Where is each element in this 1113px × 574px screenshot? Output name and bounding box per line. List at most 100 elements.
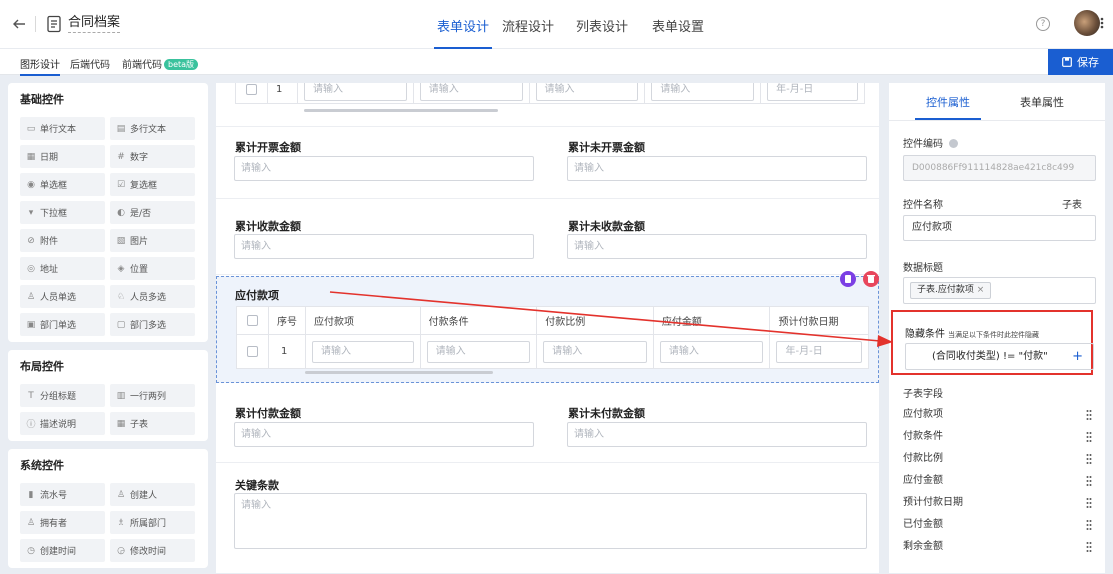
app-title[interactable]: 合同档案 — [68, 14, 121, 33]
date-input[interactable]: 年-月-日 — [767, 83, 858, 101]
palette-item-label: 修改时间 — [130, 547, 167, 557]
drag-handle-icon[interactable] — [1086, 518, 1092, 532]
palette-item-image[interactable]: ▧ 图片 — [110, 229, 195, 252]
data-title-label: 数据标题 — [903, 263, 943, 274]
expected-date-input[interactable]: 年-月-日 — [776, 340, 862, 363]
tab-flow-design[interactable]: 流程设计 — [498, 0, 558, 49]
subtab-backend-code[interactable]: 后端代码 — [70, 56, 110, 71]
palette-item-group-title[interactable]: T 分组标题 — [20, 384, 105, 407]
add-condition-icon[interactable]: + — [1072, 344, 1083, 369]
palette-item-label: 单行文本 — [40, 125, 77, 135]
palette-item-location[interactable]: ◈ 位置 — [110, 257, 195, 280]
drag-handle-icon[interactable] — [1086, 452, 1092, 466]
palette-item-person[interactable]: ♙ 人员单选 — [20, 285, 105, 308]
subtab-graphic-design[interactable]: 图形设计 — [20, 56, 60, 76]
save-label: 保存 — [1077, 56, 1099, 69]
subfield-label: 应付金额 — [903, 475, 943, 486]
row-checkbox[interactable] — [247, 346, 258, 357]
drag-handle-icon[interactable] — [1086, 474, 1092, 488]
palette-item-owner[interactable]: ♙ 拥有者 — [20, 511, 105, 534]
row-checkbox[interactable] — [246, 84, 257, 95]
payable-item-input[interactable]: 请输入 — [312, 340, 414, 363]
palette-item-departments[interactable]: ▢ 部门多选 — [110, 313, 195, 336]
palette-item-date[interactable]: ▦ 日期 — [20, 145, 105, 168]
subfield-row[interactable]: 应付金额 — [903, 471, 1098, 491]
save-button[interactable]: 保存 — [1048, 49, 1113, 75]
cell-input[interactable]: 请输入 — [651, 83, 755, 101]
horizontal-scrollbar[interactable] — [305, 371, 493, 374]
invoiced-amount-input[interactable]: 请输入 — [234, 156, 534, 181]
subfield-row[interactable]: 应付款项 — [903, 405, 1098, 425]
uninvoiced-amount-input[interactable]: 请输入 — [567, 156, 867, 181]
cell: 年-月-日 — [769, 334, 869, 369]
avatar[interactable] — [1074, 10, 1100, 36]
palette-item-toggle[interactable]: ◐ 是/否 — [110, 201, 195, 224]
palette-item-two-column[interactable]: ▥ 一行两列 — [110, 384, 195, 407]
subfield-label: 已付金额 — [903, 519, 943, 530]
unreceived-amount-input[interactable]: 请输入 — [567, 234, 867, 259]
info-icon[interactable] — [949, 139, 959, 148]
received-amount-input[interactable]: 请输入 — [234, 234, 534, 259]
payment-ratio-input[interactable]: 请输入 — [543, 340, 647, 363]
serial-number-icon: ▮ — [28, 489, 34, 500]
palette-item-multi-line-text[interactable]: ▤ 多行文本 — [110, 117, 195, 140]
drag-handle-icon[interactable] — [1086, 496, 1092, 510]
palette-item-dropdown[interactable]: ▾ 下拉框 — [20, 201, 105, 224]
hide-condition-field[interactable]: (合同收付类型) != "付款" + — [905, 343, 1094, 370]
palette-item-owner-department[interactable]: ♗ 所属部门 — [110, 511, 195, 534]
cell-input[interactable]: 请输入 — [419, 83, 523, 101]
drag-handle-icon[interactable] — [1086, 408, 1092, 422]
select-all-checkbox[interactable] — [247, 315, 258, 326]
palette-item-address[interactable]: ◎ 地址 — [20, 257, 105, 280]
copy-icon[interactable] — [840, 271, 856, 287]
subfield-row[interactable]: 剩余金额 — [903, 537, 1098, 557]
cell — [235, 83, 268, 104]
control-name-input[interactable]: 应付款项 — [903, 215, 1096, 241]
subtable-selected[interactable]: 应付款项 序号 应付款项 付款条件 付款比例 应付金额 预计付款日期 1 请输入… — [216, 271, 879, 383]
column-header: 预计付款日期 — [769, 306, 869, 335]
data-title-chip[interactable]: 子表.应付款项 × — [910, 282, 992, 299]
payment-terms-input[interactable]: 请输入 — [426, 340, 531, 363]
palette-item-label: 是/否 — [130, 209, 152, 219]
palette-item-created-time[interactable]: ◷ 创建时间 — [20, 539, 105, 562]
cell-input[interactable]: 请输入 — [535, 83, 639, 101]
tab-list-design[interactable]: 列表设计 — [572, 0, 632, 49]
subfield-row[interactable]: 预计付款日期 — [903, 493, 1098, 513]
subtab-frontend-code[interactable]: 前端代码 beta版 — [122, 56, 199, 71]
palette-item-checkbox[interactable]: ☑ 复选框 — [110, 173, 195, 196]
payable-amount-input[interactable]: 请输入 — [659, 340, 764, 363]
unpaid-amount-input[interactable]: 请输入 — [567, 422, 867, 447]
palette-item-creator[interactable]: ♙ 创建人 — [110, 483, 195, 506]
subfield-row[interactable]: 已付金额 — [903, 515, 1098, 535]
tab-form-properties[interactable]: 表单属性 — [1009, 83, 1075, 120]
tab-control-properties[interactable]: 控件属性 — [915, 83, 981, 120]
chip-close-icon[interactable]: × — [977, 285, 985, 295]
palette-item-people[interactable]: ♘ 人员多选 — [110, 285, 195, 308]
more-icon[interactable] — [1100, 16, 1104, 30]
cell-input[interactable]: 请输入 — [303, 83, 407, 101]
palette-item-modified-time[interactable]: ◶ 修改时间 — [110, 539, 195, 562]
subtable-icon: ▦ — [116, 418, 126, 429]
section-receipt: 累计收款金额 请输入 累计未收款金额 请输入 — [216, 199, 879, 275]
back-arrow-icon[interactable] — [10, 15, 28, 33]
drag-handle-icon[interactable] — [1086, 430, 1092, 444]
subfield-row[interactable]: 付款条件 — [903, 427, 1098, 447]
drag-handle-icon[interactable] — [1086, 540, 1092, 554]
palette-item-single-line-text[interactable]: ▭ 单行文本 — [20, 117, 105, 140]
palette-item-department[interactable]: ▣ 部门单选 — [20, 313, 105, 336]
delete-icon[interactable] — [863, 271, 879, 287]
tab-form-design[interactable]: 表单设计 — [434, 0, 492, 49]
palette-item-number[interactable]: # 数字 — [110, 145, 195, 168]
paid-amount-input[interactable]: 请输入 — [234, 422, 534, 447]
palette-item-attachment[interactable]: ⊘ 附件 — [20, 229, 105, 252]
palette-item-description[interactable]: ⓘ 描述说明 — [20, 412, 105, 435]
palette-item-serial-number[interactable]: ▮ 流水号 — [20, 483, 105, 506]
data-title-field[interactable]: 子表.应付款项 × — [903, 277, 1096, 304]
palette-item-radio[interactable]: ◉ 单选框 — [20, 173, 105, 196]
key-terms-textarea[interactable]: 请输入 — [234, 493, 867, 549]
horizontal-scrollbar[interactable] — [304, 109, 498, 112]
subfield-row[interactable]: 付款比例 — [903, 449, 1098, 469]
help-icon[interactable]: ? — [1036, 17, 1050, 31]
palette-item-subtable[interactable]: ▦ 子表 — [110, 412, 195, 435]
tab-form-settings[interactable]: 表单设置 — [648, 0, 708, 49]
